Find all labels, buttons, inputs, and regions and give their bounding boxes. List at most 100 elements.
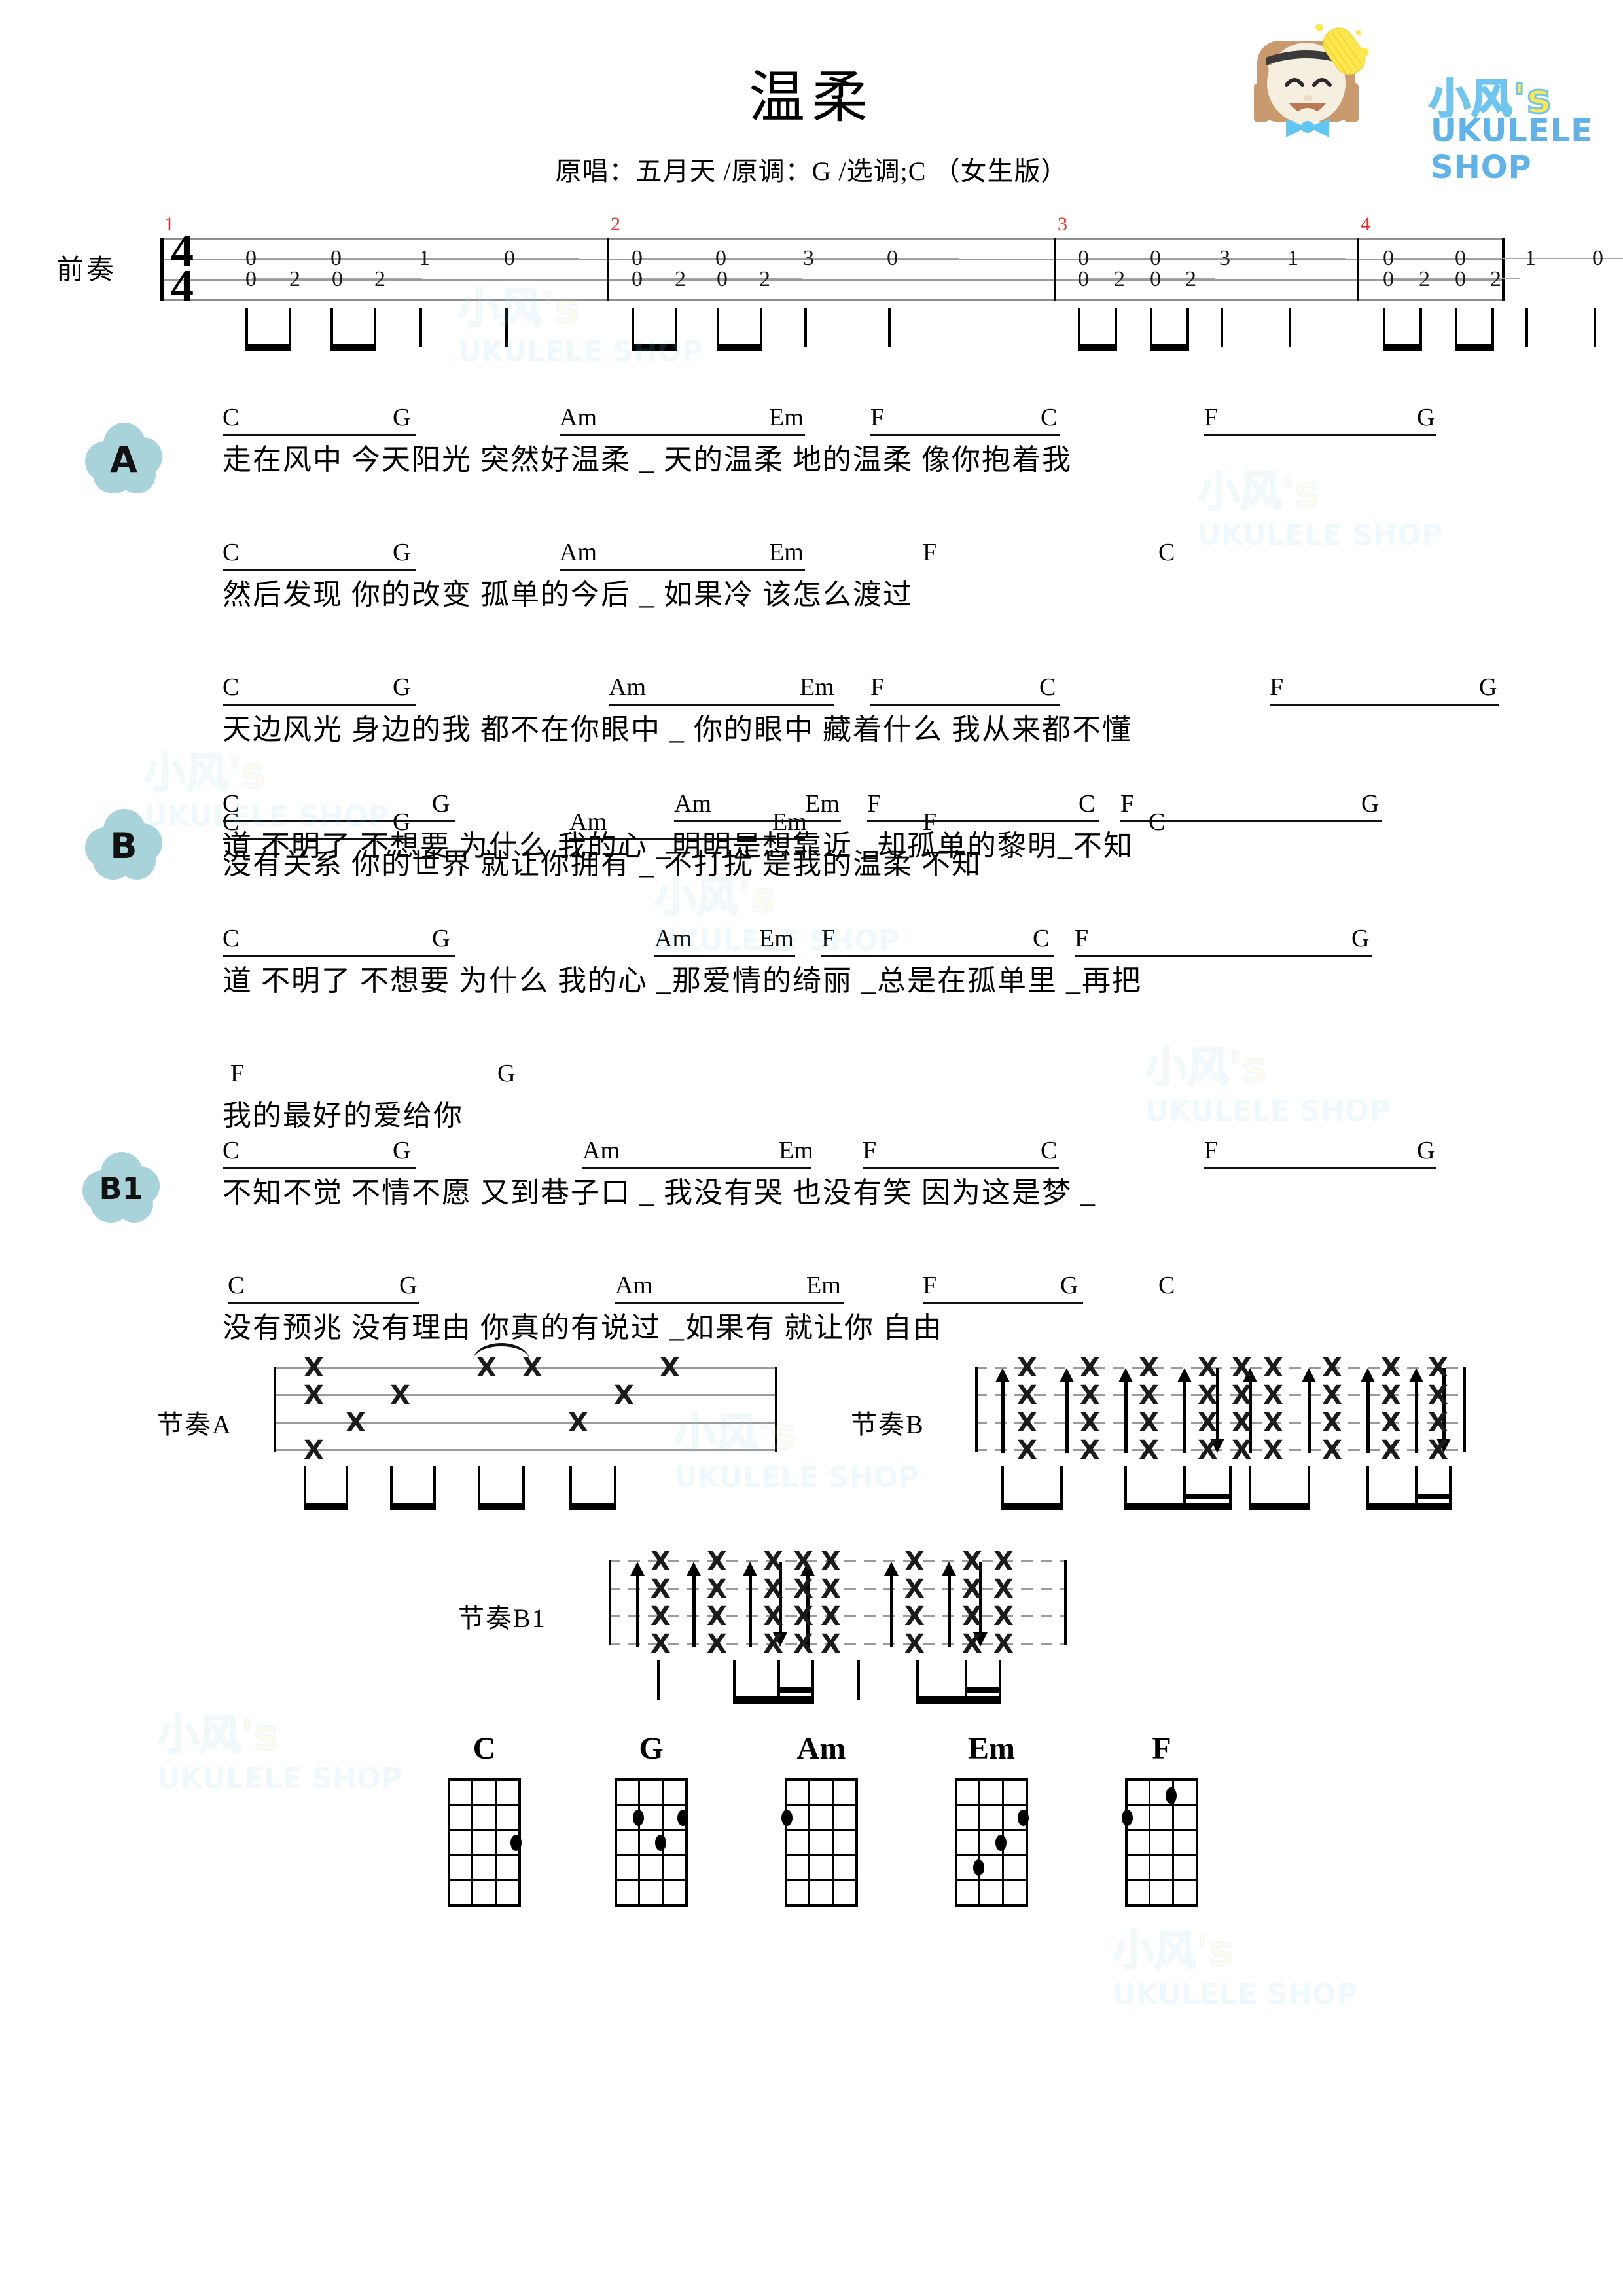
strum-x: X bbox=[660, 1353, 680, 1383]
chord: Am bbox=[674, 790, 711, 817]
tab-note: 1 bbox=[1287, 246, 1298, 270]
tab-note: 2 bbox=[675, 267, 686, 291]
lyric-text: 没有预兆 没有理由 你真的有说过 _如果有 就让你 自由 bbox=[223, 1312, 943, 1344]
tab-barline-2 bbox=[607, 238, 609, 301]
chord-diagram-am: Am bbox=[772, 1731, 870, 1907]
rhythm-a-section: 节奏A X X X X X X X X X X 节奏B X X X X X X … bbox=[0, 1343, 1623, 1541]
strum-x: X bbox=[304, 1353, 324, 1383]
chord: Am bbox=[582, 1137, 620, 1164]
tab-note: 3 bbox=[803, 246, 814, 270]
chord: C bbox=[1041, 404, 1058, 431]
tab-note: 0 bbox=[245, 246, 257, 270]
lyric-text: 然后发现 你的改变 孤单的今后 _ 如果冷 该怎么渡过 bbox=[223, 579, 913, 611]
strum-x: X bbox=[304, 1435, 324, 1465]
chord: C bbox=[228, 1272, 245, 1299]
chord: F bbox=[1120, 790, 1135, 817]
lyric-text: 我的最好的爱给你 bbox=[223, 1100, 463, 1132]
chord: F bbox=[230, 1060, 245, 1087]
rhythm-b1-section: 节奏B1 XX XX XX XX XX XX XX XX XX XX XX XX… bbox=[0, 1541, 1623, 1724]
rhythm-a-staff: X X X X X X X X X X bbox=[274, 1343, 777, 1463]
tab-rhythm-stems bbox=[160, 308, 1596, 353]
rhythm-b1-stems bbox=[609, 1660, 1067, 1712]
tab-note: 0 bbox=[1455, 246, 1466, 270]
chord-diagram-name: Am bbox=[796, 1731, 846, 1766]
chord: G bbox=[393, 1137, 411, 1164]
tab-barline-4 bbox=[1357, 238, 1359, 301]
chord-diagram-name: Em bbox=[968, 1731, 1015, 1766]
tab-note: 0 bbox=[504, 246, 515, 270]
chord: G bbox=[1361, 790, 1380, 817]
tab-note: 2 bbox=[1490, 267, 1501, 291]
tab-start-barline bbox=[160, 238, 164, 301]
tab-note: 0 bbox=[1592, 246, 1603, 270]
rhythm-a-label: 节奏A bbox=[157, 1410, 232, 1439]
chord: Em bbox=[759, 925, 794, 952]
tab-note: 0 bbox=[245, 267, 257, 291]
tab-lines bbox=[160, 238, 1505, 301]
chord: G bbox=[1417, 404, 1435, 431]
chord: G bbox=[393, 539, 411, 566]
chord: Am bbox=[560, 404, 597, 431]
strum-x: X bbox=[304, 1380, 324, 1410]
chord-diagrams-row: C G Am Em F bbox=[0, 1724, 1623, 1940]
chord: G bbox=[432, 925, 450, 952]
tab-note: 0 bbox=[1383, 246, 1394, 270]
chord-diagram-c: C bbox=[435, 1731, 533, 1907]
strum-x: X bbox=[614, 1380, 634, 1410]
rhythm-b-stems bbox=[975, 1466, 1466, 1518]
tab-note: 0 bbox=[1455, 267, 1466, 291]
strum-x: X bbox=[476, 1353, 497, 1383]
chord-diagram-name: F bbox=[1152, 1731, 1171, 1766]
chord: C bbox=[223, 925, 240, 952]
shop-logo: 小风's UKULELE SHOP bbox=[1221, 14, 1614, 186]
chord: G bbox=[1351, 925, 1370, 952]
chord: C bbox=[223, 790, 240, 817]
section-b1: B1 C G Am Em F C F G 不知不觉 不情不愿 又到巷子口 _ 我… bbox=[0, 1137, 1623, 1344]
chord: Em bbox=[800, 673, 834, 701]
strum-x: X bbox=[390, 1380, 410, 1410]
time-signature: 44 bbox=[171, 226, 194, 312]
rhythm-b1-label: 节奏B1 bbox=[458, 1604, 546, 1633]
lyric-text: 道 不明了 不想要 为什么 我的心 _明明是想靠近 _却孤单的黎明_不知 bbox=[223, 830, 1133, 862]
chord: F bbox=[863, 1137, 877, 1164]
measure-number: 3 bbox=[1058, 213, 1067, 235]
chord: F bbox=[1204, 1137, 1219, 1164]
measure-number: 2 bbox=[611, 213, 620, 235]
tab-note: 2 bbox=[289, 267, 300, 291]
tab-note: 0 bbox=[717, 267, 728, 291]
tab-note: 2 bbox=[374, 267, 385, 291]
chord: G bbox=[399, 1272, 418, 1299]
chord: C bbox=[1158, 539, 1175, 566]
chord: Em bbox=[806, 1272, 841, 1299]
rhythm-b-staff: XX XX XX XX XX XX XX XX XX XX XX XX XX X… bbox=[975, 1355, 1466, 1463]
chord-diagram-name: G bbox=[639, 1731, 664, 1766]
tab-note: 0 bbox=[1078, 267, 1089, 291]
chord: C bbox=[223, 1137, 240, 1164]
chord: Am bbox=[609, 673, 646, 701]
tab-note: 0 bbox=[1150, 267, 1161, 291]
chord: C bbox=[1033, 925, 1050, 952]
chord: F bbox=[1270, 673, 1284, 701]
chord: Em bbox=[779, 1137, 813, 1164]
lyric-line: C G Am Em F C F G 天边风光 身边的我 都不在你眼中 _ 你的眼… bbox=[0, 673, 1623, 751]
tab-note: 0 bbox=[632, 267, 643, 291]
chord: F bbox=[867, 790, 882, 817]
chord: F bbox=[923, 1272, 937, 1299]
chord: C bbox=[1041, 1137, 1058, 1164]
page-header: 温柔 原唱：五月天 /原调：G /选调;C （女生版） 小风's UKULELE… bbox=[0, 0, 1623, 196]
logo-brand-en: UKULELE SHOP bbox=[1431, 113, 1594, 186]
tab-note: 0 bbox=[1150, 246, 1161, 270]
tab-note: 0 bbox=[1078, 246, 1089, 270]
tab-note: 0 bbox=[887, 246, 898, 270]
lyric-line: C G Am Em F C F G 道 不明了 不想要 为什么 我的心 _明明是… bbox=[0, 790, 1623, 868]
tab-note: 0 bbox=[632, 246, 643, 270]
chord: Am bbox=[615, 1272, 652, 1299]
chord: G bbox=[432, 790, 450, 817]
chord: F bbox=[870, 404, 885, 431]
lyric-line: C G Am Em F C F G 道 不明了 不想要 为什么 我的心 _那爱情… bbox=[0, 925, 1623, 1003]
measure-number: 4 bbox=[1361, 213, 1370, 235]
lyric-line: F G 我的最好的爱给你 bbox=[0, 1060, 1623, 1138]
lyric-line: C G Am Em F G C 没有预兆 没有理由 你真的有说过 _如果有 就让… bbox=[0, 1272, 1623, 1350]
tab-note: 0 bbox=[1383, 267, 1394, 291]
prelude-tab-staff: 44 1 2 3 4 0 0 1 0 0 2 0 2 0 0 3 0 0 2 0… bbox=[160, 213, 1623, 355]
